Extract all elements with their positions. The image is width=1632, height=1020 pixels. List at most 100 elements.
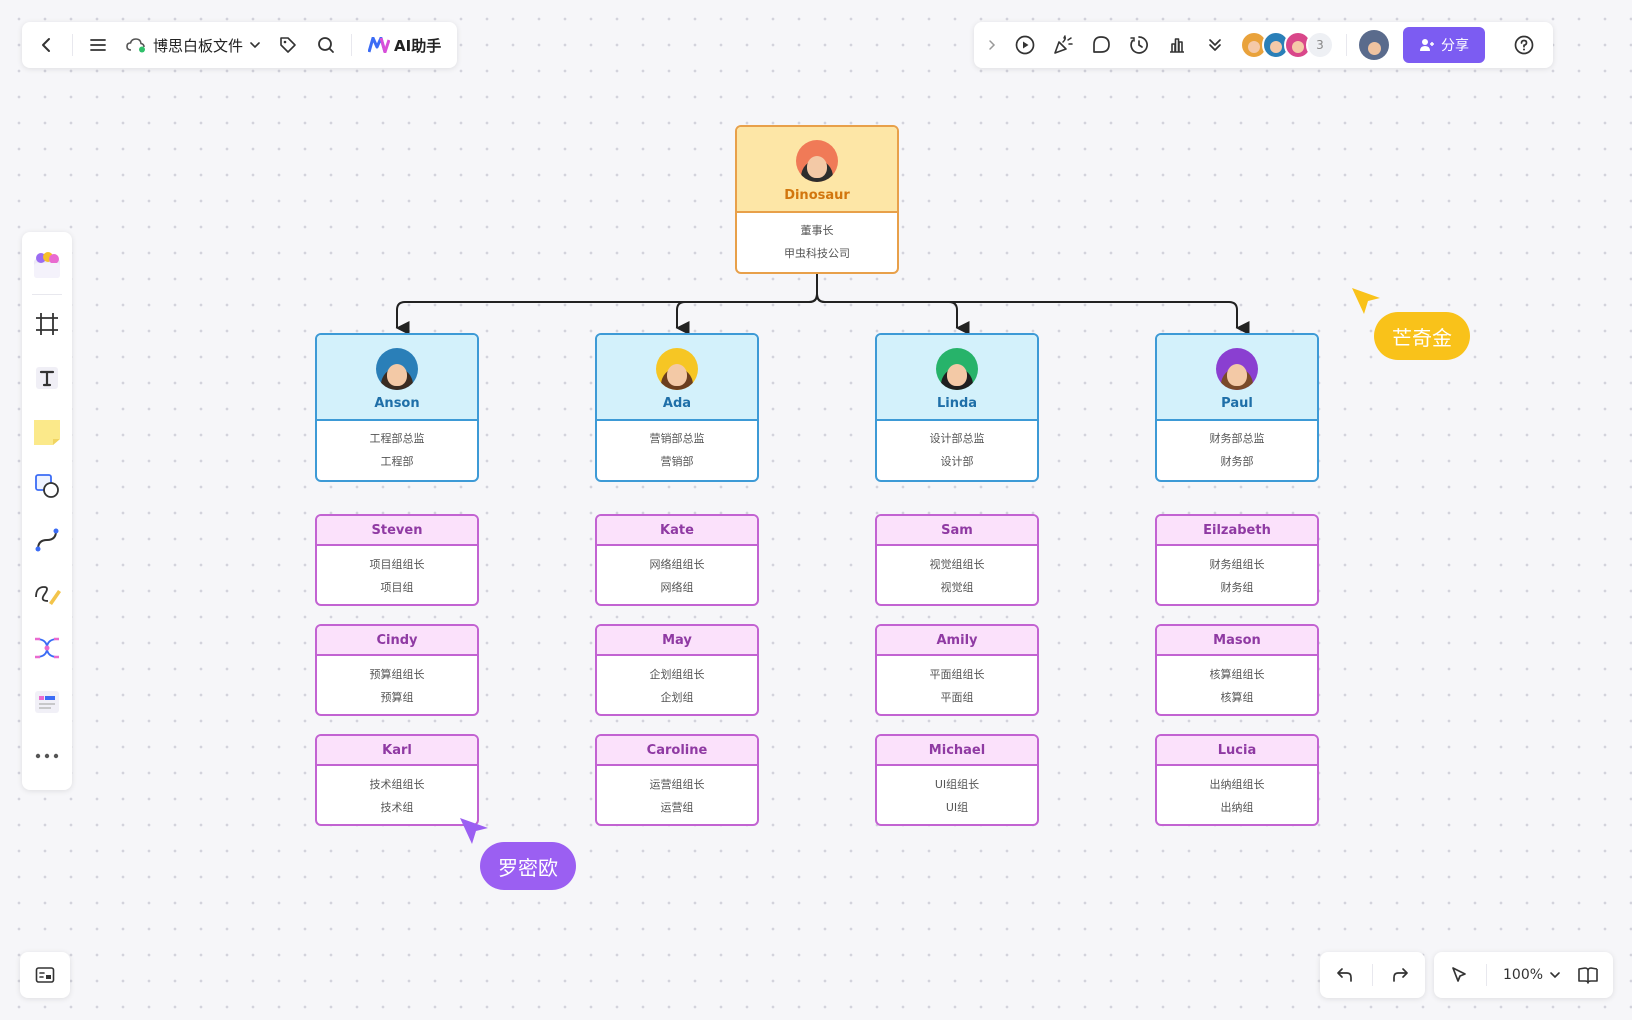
- card-name: Paul: [1221, 396, 1253, 411]
- more-tools-button[interactable]: [1196, 26, 1234, 64]
- org-card-lead[interactable]: Lucia 出纳组组长 出纳组: [1155, 734, 1319, 826]
- org-card-manager[interactable]: Anson 工程部总监 工程部: [315, 333, 479, 482]
- collaborator-avatars[interactable]: 3: [1240, 31, 1334, 59]
- bar-chart-icon: [1170, 38, 1184, 53]
- org-card-lead[interactable]: Michael UI组组长 UI组: [875, 734, 1039, 826]
- card-name: Amily: [936, 632, 978, 648]
- card-name: Ada: [662, 396, 692, 411]
- card-group: 运营组: [660, 800, 694, 814]
- card-body: 出纳组组长 出纳组: [1157, 766, 1317, 824]
- sticky-note-button[interactable]: [26, 409, 68, 455]
- minimap-icon: [35, 967, 55, 983]
- document-name-button[interactable]: 博思白板文件: [117, 35, 269, 56]
- org-card-lead[interactable]: Sam 视觉组组长 视觉组: [875, 514, 1039, 606]
- org-card-lead[interactable]: Caroline 运营组组长 运营组: [595, 734, 759, 826]
- menu-button[interactable]: [79, 26, 117, 64]
- ai-assistant-button[interactable]: AI助手: [358, 35, 451, 56]
- org-card-lead[interactable]: Cindy 预算组组长 预算组: [315, 624, 479, 716]
- card-name: Caroline: [646, 742, 708, 758]
- zoom-level: 100%: [1503, 967, 1544, 983]
- card-header: Amily: [877, 626, 1037, 656]
- play-icon: [1015, 35, 1035, 55]
- pen-tool-button[interactable]: [26, 571, 68, 617]
- collaborator-cursor-icon: [1352, 288, 1380, 314]
- undo-icon: [1337, 968, 1352, 982]
- shape-tool-button[interactable]: [26, 463, 68, 509]
- connector-tool-button[interactable]: [26, 517, 68, 563]
- org-card-lead[interactable]: Amily 平面组组长 平面组: [875, 624, 1039, 716]
- zoom-dropdown[interactable]: 100%: [1495, 967, 1569, 983]
- card-body: UI组组长 UI组: [877, 766, 1037, 824]
- card-body: 核算组组长 核算组: [1157, 656, 1317, 714]
- present-button[interactable]: [1006, 26, 1044, 64]
- card-dept: 财务部: [1220, 454, 1254, 468]
- org-card-top[interactable]: Dinosaur 董事长 甲虫科技公司: [735, 125, 899, 274]
- card-body: 视觉组组长 视觉组: [877, 546, 1037, 604]
- divider: [32, 294, 62, 295]
- card-title: 网络组组长: [649, 557, 705, 571]
- frame-tool-button[interactable]: [26, 301, 68, 347]
- reading-mode-button[interactable]: [1569, 956, 1607, 994]
- card-dept: 设计部: [940, 454, 974, 468]
- select-tool-button[interactable]: [1440, 956, 1478, 994]
- card-name: Mason: [1213, 632, 1261, 648]
- collaborator-cursor-icon: [460, 818, 488, 844]
- card-body: 技术组组长 技术组: [317, 766, 477, 824]
- celebrate-button[interactable]: [1044, 26, 1082, 64]
- minimap-toggle-bar: [20, 952, 70, 998]
- org-card-lead[interactable]: May 企划组组长 企划组: [595, 624, 759, 716]
- card-name: May: [662, 632, 692, 648]
- frame-icon: [36, 313, 58, 335]
- card-name: Linda: [936, 396, 978, 411]
- card-name: Eilzabeth: [1203, 522, 1271, 538]
- card-header: Ada: [597, 335, 757, 421]
- back-button[interactable]: [28, 26, 66, 64]
- org-card-manager[interactable]: Ada 营销部总监 营销部: [595, 333, 759, 482]
- card-tool-button[interactable]: [26, 679, 68, 725]
- org-card-lead[interactable]: Eilzabeth 财务组组长 财务组: [1155, 514, 1319, 606]
- undo-button[interactable]: [1326, 956, 1364, 994]
- more-tools-button[interactable]: [26, 733, 68, 779]
- card-group: UI组: [945, 800, 969, 814]
- avatar: [936, 348, 978, 390]
- view-toolbar: 100%: [1434, 952, 1614, 998]
- divider: [72, 34, 73, 56]
- comment-button[interactable]: [1082, 26, 1120, 64]
- org-card-lead[interactable]: Kate 网络组组长 网络组: [595, 514, 759, 606]
- org-card-manager[interactable]: Linda 设计部总监 设计部: [875, 333, 1039, 482]
- divider: [1486, 964, 1487, 986]
- text-tool-button[interactable]: [26, 355, 68, 401]
- card-dept: 工程部: [380, 454, 414, 468]
- card-title: 工程部总监: [369, 431, 425, 445]
- org-card-lead[interactable]: Mason 核算组组长 核算组: [1155, 624, 1319, 716]
- help-button[interactable]: [1505, 26, 1543, 64]
- card-title: 视觉组组长: [929, 557, 985, 571]
- user-avatar[interactable]: [1359, 30, 1389, 60]
- card-title: 核算组组长: [1209, 667, 1265, 681]
- divider: [1346, 34, 1347, 56]
- connector-to-ada: [675, 293, 818, 335]
- redo-button[interactable]: [1381, 956, 1419, 994]
- template-button[interactable]: [26, 242, 68, 288]
- search-button[interactable]: [307, 26, 345, 64]
- tag-button[interactable]: [269, 26, 307, 64]
- timer-button[interactable]: [1120, 26, 1158, 64]
- org-card-manager[interactable]: Paul 财务部总监 财务部: [1155, 333, 1319, 482]
- avatar: [376, 348, 418, 390]
- org-card-lead[interactable]: Steven 项目组组长 项目组: [315, 514, 479, 606]
- share-button[interactable]: 分享: [1403, 27, 1485, 63]
- collapse-toolbar-button[interactable]: [978, 26, 1006, 64]
- collaborator-count[interactable]: 3: [1306, 31, 1334, 59]
- history-toolbar: [1320, 952, 1425, 998]
- card-header: Paul: [1157, 335, 1317, 421]
- org-card-lead[interactable]: Karl 技术组组长 技术组: [315, 734, 479, 826]
- mind-map-button[interactable]: [26, 625, 68, 671]
- card-title: 预算组组长: [369, 667, 425, 681]
- card-title: 企划组组长: [649, 667, 705, 681]
- search-icon: [318, 37, 334, 53]
- vote-button[interactable]: [1158, 26, 1196, 64]
- redo-icon: [1393, 968, 1408, 982]
- avatar: [656, 348, 698, 390]
- left-toolbar: [22, 232, 72, 790]
- minimap-button[interactable]: [26, 956, 64, 994]
